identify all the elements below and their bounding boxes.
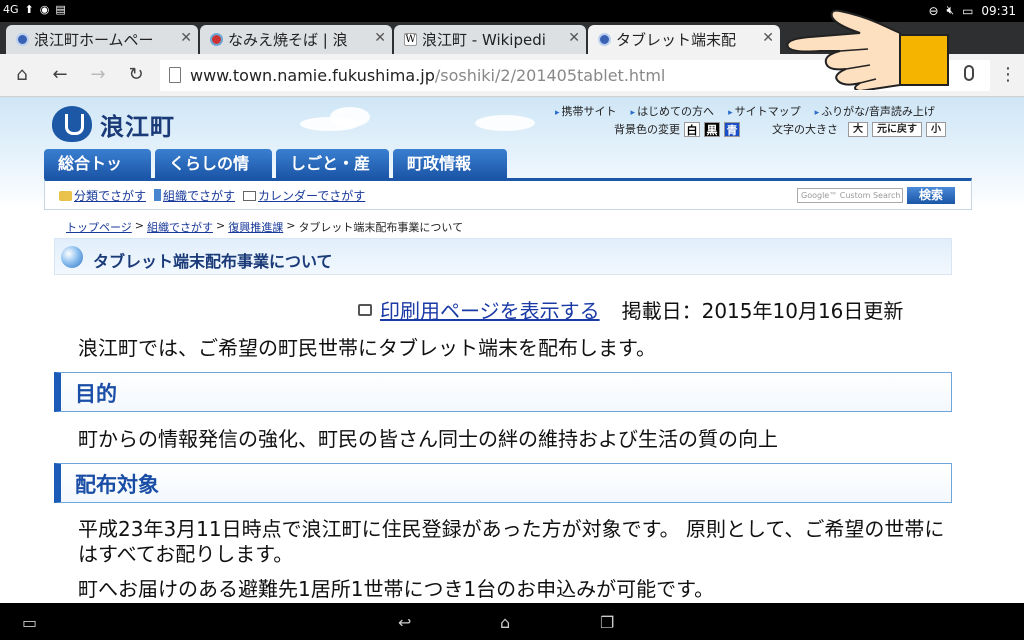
title-bullet-icon bbox=[61, 246, 83, 268]
link-sitemap[interactable]: サイトマップ bbox=[728, 103, 801, 119]
print-page-link[interactable]: 印刷用ページを表示する bbox=[380, 295, 600, 324]
bgcolor-blue-button[interactable]: 青 bbox=[724, 121, 740, 137]
fontsize-large-button[interactable]: 大 bbox=[848, 121, 868, 137]
menu-icon[interactable]: ⋮ bbox=[996, 63, 1020, 87]
bgcolor-black-button[interactable]: 黒 bbox=[704, 121, 720, 137]
breadcrumb: トップページ > 組織でさがす > 復興推進課 > タブレット端末配布事業について bbox=[66, 219, 464, 235]
section-heading: 配布対象 bbox=[54, 463, 952, 503]
intro-text: 浪江町では、ご希望の町民世帯にタブレット端末を配布します。 bbox=[78, 336, 656, 360]
notes-app-icon: ▤ bbox=[55, 3, 66, 16]
nav-tab-living[interactable]: くらしの情報 bbox=[155, 149, 272, 202]
search-app-icon: ◉ bbox=[39, 3, 50, 16]
tab-title: タブレット端末配 bbox=[616, 31, 737, 49]
bgcolor-white-button[interactable]: 白 bbox=[684, 121, 700, 137]
tab-title: なみえ焼そば | 浪 bbox=[228, 31, 348, 49]
section-body: 平成23年3月11日時点で浪江町に住民登録があった方が対象です。 原則として、ご… bbox=[78, 517, 945, 566]
page-title-bar: タブレット端末配布事業について bbox=[54, 238, 952, 275]
signal-indicator: 4G bbox=[3, 3, 19, 16]
browser-tab-4-active[interactable]: タブレット端末配 ✕ bbox=[588, 25, 780, 54]
url-domain: www.town.namie.fukushima.jp bbox=[190, 66, 435, 85]
microphone-icon[interactable] bbox=[964, 65, 974, 81]
fontsize-small-button[interactable]: 小 bbox=[926, 121, 946, 137]
section-heading: 目的 bbox=[54, 372, 952, 412]
printer-icon bbox=[358, 303, 372, 316]
link-furigana-voice[interactable]: ふりがな/音声読み上げ bbox=[815, 103, 935, 119]
main-nav: 総合トップ くらしの情報 しごと・産業 町政情報 bbox=[44, 149, 507, 202]
nav-tab-home[interactable]: 総合トップ bbox=[44, 149, 151, 202]
battery-icon: ▭ bbox=[962, 3, 974, 18]
page-title: タブレット端末配布事業について bbox=[93, 252, 333, 271]
link-first-visit[interactable]: はじめての方へ bbox=[631, 103, 714, 119]
close-tab-icon[interactable]: ✕ bbox=[564, 30, 580, 46]
url-text: www.town.namie.fukushima.jp/soshiki/2/20… bbox=[190, 66, 665, 85]
forward-icon[interactable]: → bbox=[86, 63, 110, 87]
link-mobile-site[interactable]: 携帯サイト bbox=[555, 103, 617, 119]
book-icon bbox=[154, 189, 162, 201]
namie-favicon-icon bbox=[210, 33, 223, 46]
back-system-icon[interactable]: ↩ bbox=[398, 613, 411, 632]
browser-tab-2[interactable]: なみえ焼そば | 浪 ✕ bbox=[200, 25, 392, 54]
site-name: 浪江町 bbox=[100, 112, 175, 141]
town-emblem-icon bbox=[52, 106, 92, 142]
fontsize-label: 文字の大きさ bbox=[772, 123, 838, 136]
tab-title: 浪江町 - Wikipedi bbox=[422, 31, 546, 49]
wikipedia-favicon-icon: W bbox=[404, 33, 417, 46]
folder-icon bbox=[59, 191, 72, 201]
breadcrumb-current: タブレット端末配布事業について bbox=[298, 221, 464, 234]
url-path: /soshiki/2/201405tablet.html bbox=[434, 66, 666, 85]
tab-title: 浪江町ホームペー bbox=[34, 31, 154, 49]
web-page: 浪江町 携帯サイト はじめての方へ サイトマップ ふりがな/音声読み上げ 背景色… bbox=[0, 97, 1024, 603]
site-search-input[interactable]: Google™ Custom Search bbox=[797, 188, 903, 203]
reload-icon[interactable]: ↻ bbox=[124, 63, 148, 87]
close-tab-icon[interactable]: ✕ bbox=[370, 30, 386, 46]
browser-tab-3[interactable]: W 浪江町 - Wikipedi ✕ bbox=[394, 25, 586, 54]
posted-date: 掲載日：2015年10月16日更新 bbox=[621, 299, 904, 323]
link-by-category[interactable]: 分類でさがす bbox=[59, 187, 146, 204]
fontsize-reset-button[interactable]: 元に戻す bbox=[872, 121, 922, 137]
nav-tab-town-government[interactable]: 町政情報 bbox=[393, 149, 507, 178]
split-screen-icon[interactable]: ▭ bbox=[22, 613, 37, 632]
clock: 09:31 bbox=[981, 3, 1016, 18]
page-info-icon[interactable] bbox=[169, 67, 181, 83]
bgcolor-label: 背景色の変更 bbox=[614, 123, 680, 136]
breadcrumb-top[interactable]: トップページ bbox=[66, 219, 132, 235]
system-nav-bar: ▭ ↩ ⌂ ❐ bbox=[0, 603, 1024, 640]
section-heading-text: 目的 bbox=[75, 382, 117, 406]
font-size-switcher: 文字の大きさ 大 元に戻す 小 bbox=[772, 121, 946, 137]
browser-tab-1[interactable]: 浪江町ホームペー ✕ bbox=[6, 25, 198, 54]
sub-nav-bar: 分類でさがす 組織でさがす カレンダーでさがす Google™ Custom S… bbox=[44, 178, 972, 210]
close-tab-icon[interactable]: ✕ bbox=[176, 30, 192, 46]
home-system-icon[interactable]: ⌂ bbox=[500, 613, 510, 632]
link-by-calendar[interactable]: カレンダーでさがす bbox=[243, 187, 365, 204]
breadcrumb-organization[interactable]: 組織でさがす bbox=[147, 219, 213, 235]
site-search-button[interactable]: 検索 bbox=[907, 187, 955, 204]
upload-icon: ⬆ bbox=[24, 3, 34, 16]
nav-tab-work-industry[interactable]: しごと・産業 bbox=[276, 149, 389, 202]
section-body-2: 町へお届けのある避難先1居所1世帯につき1台のお申込みが可能です。 bbox=[78, 577, 715, 601]
print-and-date: 印刷用ページを表示する 掲載日：2015年10月16日更新 bbox=[358, 295, 903, 324]
recent-apps-icon[interactable]: ❐ bbox=[600, 613, 614, 632]
breadcrumb-department[interactable]: 復興推進課 bbox=[228, 219, 283, 235]
background-color-switcher: 背景色の変更 白 黒 青 bbox=[614, 121, 740, 137]
close-tab-icon[interactable]: ✕ bbox=[758, 30, 774, 46]
calendar-icon bbox=[243, 191, 257, 201]
header-links: 携帯サイト はじめての方へ サイトマップ ふりがな/音声読み上げ bbox=[555, 103, 935, 119]
town-favicon-icon bbox=[16, 33, 29, 46]
back-icon[interactable]: ← bbox=[48, 63, 72, 87]
pointing-hand-icon bbox=[786, 9, 949, 90]
site-logo[interactable]: 浪江町 bbox=[52, 106, 175, 142]
section-heading-text: 配布対象 bbox=[75, 473, 159, 497]
sub-links: 分類でさがす 組織でさがす カレンダーでさがす bbox=[59, 187, 365, 204]
home-icon[interactable]: ⌂ bbox=[10, 63, 34, 87]
town-favicon-icon bbox=[598, 33, 611, 46]
link-by-organization[interactable]: 組織でさがす bbox=[154, 187, 235, 204]
section-body: 町からの情報発信の強化、町民の皆さん同士の絆の維持および生活の質の向上 bbox=[78, 427, 778, 451]
